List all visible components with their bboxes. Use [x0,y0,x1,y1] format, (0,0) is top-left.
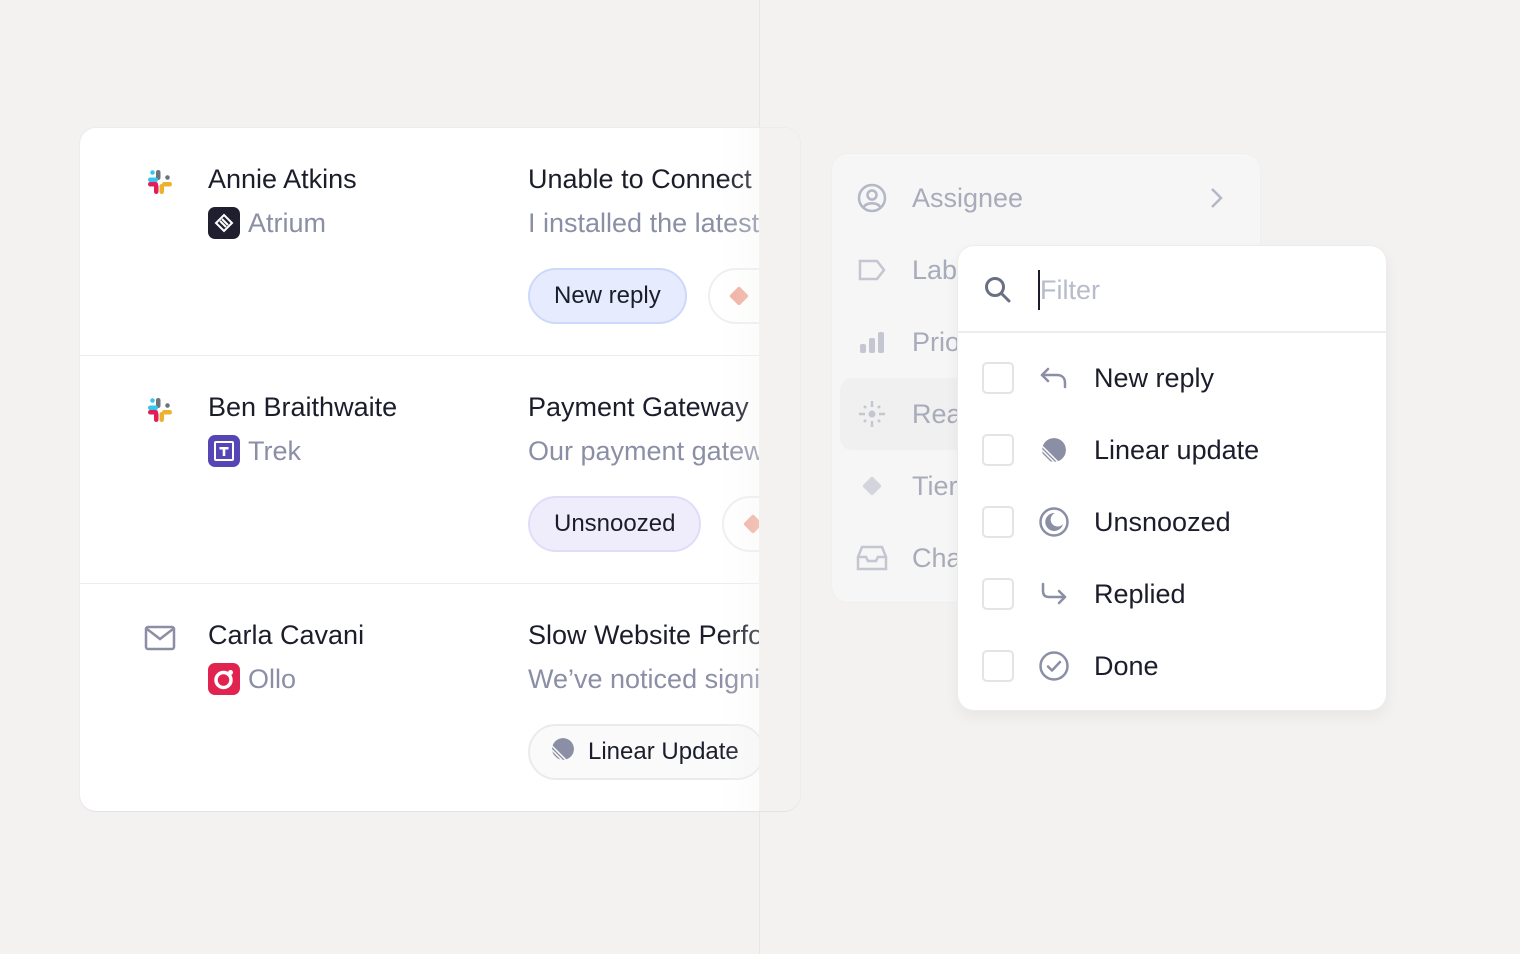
label-tag-icon [856,254,888,286]
reply-arrow-icon [1038,362,1070,394]
priority-bars-icon [856,326,888,358]
replied-arrow-icon [1038,578,1070,610]
trek-logo [208,435,240,467]
checkbox[interactable] [982,434,1014,466]
checkbox[interactable] [982,362,1014,394]
filter-option-replied[interactable]: Replied [958,558,1386,630]
menu-item-label: Assignee [912,182,1024,213]
company-name: Atrium [248,207,327,238]
conversation-list: Annie Atkins Atrium Unable to Connect I … [80,128,800,811]
slack-icon [144,394,176,426]
status-tag-label: New reply [554,282,661,309]
company: Trek [208,434,301,468]
clip-overlay [759,128,800,811]
atrium-logo [208,207,240,239]
customer-name: Ben Braithwaite [208,392,398,422]
inbox-icon [856,542,888,574]
conversation-preview: Our payment gateway [528,436,793,466]
filter-option-unsnoozed[interactable]: Unsnoozed [958,486,1386,558]
moon-icon [1038,506,1070,538]
filter-search-row [958,246,1386,333]
company: Atrium [208,206,326,240]
slack-icon [144,166,176,198]
conversation-row[interactable]: Annie Atkins Atrium Unable to Connect I … [80,128,800,356]
company-name: Trek [248,435,301,466]
linear-icon [1038,434,1070,466]
filter-input[interactable] [1040,268,1360,312]
option-label: Linear update [1094,434,1260,465]
mail-icon [144,622,176,654]
conversation-row[interactable]: Carla Cavani Ollo Slow Website Performan… [80,584,800,811]
conversation-preview: I installed the latest [528,208,760,238]
user-circle-icon [856,182,888,214]
company: Ollo [208,662,296,696]
status-tag[interactable]: Linear Update [528,724,765,780]
menu-item-label: Tier [912,470,958,501]
ollo-logo [208,663,240,695]
conversation-row[interactable]: Ben Braithwaite Trek Payment Gateway Our… [80,356,800,584]
filter-option-done[interactable]: Done [958,630,1386,702]
check-circle-icon [1038,650,1070,682]
option-label: Replied [1094,578,1186,609]
filter-option-linear-update[interactable]: Linear update [958,414,1386,486]
checkbox[interactable] [982,506,1014,538]
sparkle-icon [856,398,888,430]
option-label: New reply [1094,362,1215,393]
company-name: Ollo [248,663,297,694]
chevron-right-icon [1211,188,1223,208]
menu-item-assignee[interactable]: Assignee [832,162,1260,234]
status-tag-label: Unsnoozed [554,510,676,537]
checkbox[interactable] [982,578,1014,610]
checkbox[interactable] [982,650,1014,682]
diamond-icon [856,470,888,502]
status-tag[interactable]: Unsnoozed [528,496,702,552]
reason-filter-popup: New reply Linear update Unsnoozed [958,246,1386,710]
option-label: Unsnoozed [1094,506,1231,537]
filter-option-new-reply[interactable]: New reply [958,342,1386,414]
status-tag[interactable]: New reply [528,268,687,324]
tier-diamond-icon [729,286,749,306]
conversation-subject: Unable to Connect [528,164,752,194]
option-label: Done [1094,650,1159,681]
search-icon [985,277,1011,303]
conversation-subject: Payment Gateway [528,392,749,422]
customer-name: Annie Atkins [208,164,357,194]
linear-icon [550,736,576,769]
customer-name: Carla Cavani [208,620,365,650]
status-tag-label: Linear Update [588,738,739,765]
